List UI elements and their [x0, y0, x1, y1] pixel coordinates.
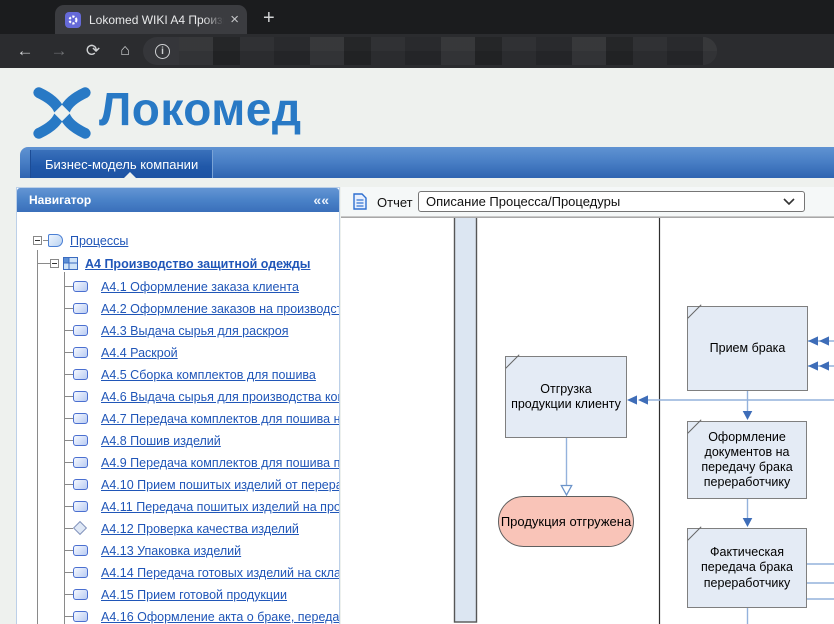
- diagram-node-otgruzka[interactable]: Отгрузка продукции клиенту: [505, 356, 627, 438]
- report-toolbar: Отчет Описание Процесса/Процедуры: [341, 187, 834, 217]
- tree-link[interactable]: A4.1 Оформление заказа клиента: [101, 280, 299, 294]
- tree-link[interactable]: A4.12 Проверка качества изделий: [101, 522, 299, 536]
- tree-link[interactable]: A4.8 Пошив изделий: [101, 434, 221, 448]
- collapse-node-icon[interactable]: [33, 236, 42, 245]
- process-icon: [73, 545, 88, 556]
- diagram-node-fakticheskaya-peredacha[interactable]: Фактическая передача брака переработчику: [687, 528, 807, 608]
- diagram-canvas[interactable]: Прием брака Отгрузка продукции клиенту О…: [341, 217, 834, 624]
- folded-corner-mark: [687, 304, 701, 318]
- tab-title: Lokomed WIKI A4 Производство: [89, 13, 224, 27]
- main-nav-bar: Бизнес-модель компании: [20, 147, 834, 178]
- process-icon: [73, 589, 88, 600]
- tab-business-model[interactable]: Бизнес-модель компании: [30, 150, 213, 178]
- report-select-value: Описание Процесса/Процедуры: [426, 194, 783, 209]
- favicon-icon: [65, 12, 81, 28]
- address-bar[interactable]: i: [143, 37, 717, 65]
- tree-line: [37, 250, 38, 624]
- tree-link[interactable]: A4.7 Передача комплектов для пошива на с…: [101, 412, 340, 426]
- process-icon: [73, 369, 88, 380]
- navigator-panel: Навигатор «« Процессы A4 Производство за…: [16, 187, 340, 624]
- diagram-icon: [63, 257, 78, 270]
- process-icon: [73, 347, 88, 358]
- application-window: Lokomed WIKI A4 Производство × + ← → ⟳ ⌂…: [0, 0, 834, 624]
- diagram-event-produkciya-otgruzhena[interactable]: Продукция отгружена: [498, 496, 634, 547]
- tree-link[interactable]: A4.10 Прием пошитых изделий от переработ…: [101, 478, 340, 492]
- process-icon: [73, 325, 88, 336]
- folder-icon: [48, 234, 63, 247]
- tree-link[interactable]: A4.2 Оформление заказов на производство …: [101, 302, 340, 316]
- node-label: Оформление документов на передачу брака …: [692, 430, 802, 491]
- node-label: Прием брака: [710, 341, 786, 356]
- tree-link[interactable]: A4.13 Упаковка изделий: [101, 544, 241, 558]
- navigator-title: Навигатор: [29, 193, 91, 207]
- decision-icon: [73, 521, 87, 535]
- home-icon[interactable]: ⌂: [114, 40, 136, 62]
- process-icon: [73, 413, 88, 424]
- node-label: Отгрузка продукции клиенту: [510, 382, 622, 413]
- node-label: Фактическая передача брака переработчику: [692, 545, 802, 591]
- tree-link[interactable]: A4.3 Выдача сырья для раскроя: [101, 324, 288, 338]
- close-tab-icon[interactable]: ×: [230, 12, 239, 27]
- tree-link-processes[interactable]: Процессы: [70, 234, 128, 248]
- process-icon: [73, 479, 88, 490]
- diagram-node-priem-braka[interactable]: Прием брака: [687, 306, 808, 391]
- site-info-icon[interactable]: i: [155, 44, 170, 59]
- process-icon: [73, 457, 88, 468]
- swimlane-band: [455, 218, 477, 622]
- report-select[interactable]: Описание Процесса/Процедуры: [418, 191, 805, 212]
- logo-icon: [29, 84, 95, 142]
- logo-text: Локомед: [99, 82, 302, 136]
- process-icon: [73, 501, 88, 512]
- tree-link[interactable]: A4.5 Сборка комплектов для пошива: [101, 368, 316, 382]
- collapse-node-icon[interactable]: [50, 259, 59, 268]
- collapse-panel-icon[interactable]: ««: [313, 192, 329, 208]
- reload-icon[interactable]: ⟳: [82, 40, 104, 62]
- process-icon: [73, 567, 88, 578]
- tree-link[interactable]: A4.4 Раскрой: [101, 346, 178, 360]
- tree-link-a4[interactable]: A4 Производство защитной одежды: [85, 257, 310, 271]
- event-label: Продукция отгружена: [501, 514, 631, 529]
- process-icon: [73, 281, 88, 292]
- tree-link[interactable]: A4.9 Передача комплектов для пошива пере…: [101, 456, 340, 470]
- process-icon: [73, 611, 88, 622]
- new-tab-button[interactable]: +: [263, 7, 275, 29]
- browser-tab-strip: Lokomed WIKI A4 Производство × +: [0, 0, 834, 34]
- process-icon: [73, 391, 88, 402]
- diagram-node-oformlenie-dokumentov[interactable]: Оформление документов на передачу брака …: [687, 421, 807, 499]
- forward-icon: →: [48, 40, 70, 62]
- process-icon: [73, 303, 88, 314]
- tab-business-model-label: Бизнес-модель компании: [45, 157, 198, 172]
- tree-link[interactable]: A4.15 Прием готовой продукции: [101, 588, 287, 602]
- tree-link[interactable]: A4.11 Передача пошитых изделий на провер…: [101, 500, 340, 514]
- active-tab-notch: [124, 172, 136, 178]
- chevron-down-icon: [783, 198, 795, 205]
- tree-line: [38, 263, 50, 264]
- tree-link[interactable]: A4.16 Оформление акта о браке, передача …: [101, 610, 340, 624]
- browser-tab[interactable]: Lokomed WIKI A4 Производство ×: [55, 5, 247, 34]
- redacted-url: [179, 37, 717, 65]
- process-icon: [73, 435, 88, 446]
- tree-link[interactable]: A4.6 Выдача сырья для производства компл…: [101, 390, 340, 404]
- navigator-header: Навигатор ««: [17, 188, 339, 212]
- report-document-icon: [353, 193, 367, 210]
- browser-toolbar: ← → ⟳ ⌂ i: [0, 34, 834, 68]
- folded-corner-mark: [687, 526, 701, 540]
- tree-link[interactable]: A4.14 Передача готовых изделий на склад …: [101, 566, 340, 580]
- back-icon[interactable]: ←: [14, 40, 36, 62]
- report-label: Отчет: [377, 195, 413, 210]
- folded-corner-mark: [505, 354, 519, 368]
